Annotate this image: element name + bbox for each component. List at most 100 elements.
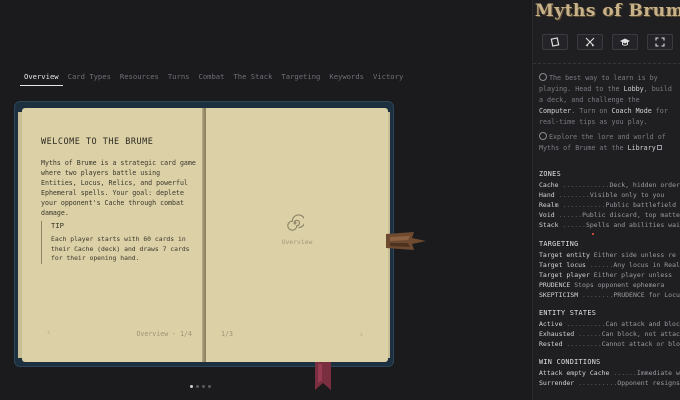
page-dot[interactable]	[196, 385, 199, 388]
tip-title: TIP	[51, 221, 64, 230]
cursor-marker	[592, 233, 594, 235]
fullscreen-button[interactable]	[646, 34, 673, 50]
reference-row: Target entity Either side unless re	[539, 250, 680, 260]
definition: Either side unless re	[589, 251, 676, 259]
tab-turns[interactable]: Turns	[164, 72, 194, 86]
page-title: WELCOME TO THE BRUME	[41, 137, 154, 147]
term: Realm	[539, 201, 559, 209]
card-icon	[550, 37, 559, 47]
definition: Immediate win	[636, 369, 680, 377]
left-page: WELCOME TO THE BRUME Myths of Brume is a…	[22, 108, 204, 362]
leader-dots: ...........	[558, 201, 606, 209]
reference-row: Realm ...........Public battlefield	[539, 200, 680, 210]
tab-victory[interactable]: Victory	[369, 72, 407, 86]
term: Attack empty Cache	[539, 369, 610, 377]
reference-row: Target locus ......Any locus in Realm	[539, 260, 680, 270]
tab-targeting[interactable]: Targeting	[277, 72, 324, 86]
tab-keywords[interactable]: Keywords	[325, 72, 368, 86]
bottom-bookmark-ribbon[interactable]	[313, 362, 333, 390]
library-link[interactable]: Library	[628, 144, 656, 152]
section-title: ZONES	[539, 170, 561, 178]
next-page-button[interactable]: ›	[359, 330, 364, 340]
sidebar-divider	[533, 63, 680, 64]
swirl-icon	[287, 214, 304, 231]
page-body: Myths of Brume is a strategic card game …	[41, 159, 196, 217]
reference-row: Stack ......Spells and abilities waiting	[539, 220, 680, 230]
tab-the-stack[interactable]: The Stack	[229, 72, 276, 86]
swords-icon	[585, 37, 594, 47]
right-page-count: 1/3	[221, 330, 233, 338]
rulebook: WELCOME TO THE BRUME Myths of Brume is a…	[14, 101, 394, 367]
side-bookmark-ribbon[interactable]	[386, 230, 426, 252]
right-page-label: Overview	[281, 238, 313, 246]
definition: PRUDENCE for Locus	[613, 291, 680, 299]
term: Void	[539, 211, 555, 219]
leader-dots: ..........	[562, 320, 606, 328]
leader-dots: ......	[585, 261, 614, 269]
term: Target player	[539, 271, 590, 279]
prev-page-button[interactable]: ‹	[46, 328, 51, 338]
term: Hand	[539, 191, 555, 199]
lobby-link[interactable]: Lobby	[624, 85, 644, 93]
reference-row: Active ..........Can attack and block	[539, 319, 680, 329]
leader-dots: ......	[554, 211, 583, 219]
definition: Either player unless	[589, 271, 673, 279]
term: Active	[539, 320, 563, 328]
sidebar-toolbar	[533, 34, 680, 52]
definition: Cannot attack or block	[601, 340, 680, 348]
page-dot[interactable]	[202, 385, 205, 388]
section-title: WIN CONDITIONS	[539, 358, 601, 366]
tip-body: Each player starts with 60 cards in thei…	[51, 235, 190, 262]
reference-row: Target player Either player unless	[539, 270, 680, 280]
reference-row: PRUDENCE Stops opponent ephemera	[539, 280, 680, 290]
section-title: TARGETING	[539, 240, 579, 248]
page-dot[interactable]	[208, 385, 211, 388]
learn-tip: The best way to learn is by playing. Hea…	[539, 73, 679, 128]
definition: Visible only to you	[589, 191, 665, 199]
battle-button[interactable]	[576, 34, 603, 50]
reference-row: Surrender ..........Opponent resigns	[539, 378, 680, 388]
section-targeting: TARGETING Target entity Either side unles…	[539, 240, 680, 300]
learn-button[interactable]	[611, 34, 638, 50]
leader-dots: .........	[562, 340, 602, 348]
section-title: ENTITY STATES	[539, 309, 597, 317]
reference-row: Hand ........Visible only to you	[539, 190, 680, 200]
cards-button[interactable]	[541, 34, 568, 50]
leader-dots: ......	[558, 221, 586, 229]
fullscreen-icon	[654, 37, 665, 47]
term: PRUDENCE	[539, 281, 571, 289]
coach-mode-link[interactable]: Coach Mode	[611, 107, 651, 115]
definition: Public battlefield	[605, 201, 676, 209]
tab-card-types[interactable]: Card Types	[64, 72, 115, 86]
section-zones: ZONES Cache ............Deck, hidden orde…	[539, 170, 680, 230]
reference-row: Void ......Public discard, top matters	[539, 210, 680, 220]
leader-dots: ............	[558, 181, 610, 189]
leader-dots: ........	[578, 291, 614, 299]
tab-overview[interactable]: Overview	[20, 72, 63, 86]
leader-dots: ......	[574, 330, 602, 338]
reference-row: Exhausted ......Can block, not attack	[539, 329, 680, 339]
right-page: Overview 1/3 ›	[206, 108, 388, 362]
definition: Public discard, top matters	[582, 211, 680, 219]
computer-link[interactable]: Computer	[539, 107, 571, 115]
tab-combat[interactable]: Combat	[195, 72, 229, 86]
page-dots	[190, 385, 211, 388]
sidebar: Myths of Brume The best way to learn is …	[532, 0, 680, 400]
definition: Any locus in Realm	[613, 261, 680, 269]
definition: Spells and abilities waiting	[585, 221, 680, 229]
tab-resources[interactable]: Resources	[116, 72, 163, 86]
graduation-cap-icon	[619, 38, 630, 46]
definition: Can block, not attack	[601, 330, 680, 338]
game-logo: Myths of Brume	[535, 1, 680, 21]
lore-tip: Explore the lore and world of Myths of B…	[539, 132, 679, 154]
reference-row: Cache ............Deck, hidden order	[539, 180, 680, 190]
section-win-conditions: WIN CONDITIONS Attack empty Cache ......I…	[539, 358, 680, 388]
intro-text: . Turn on	[571, 107, 612, 115]
term: Exhausted	[539, 330, 575, 338]
term: Stack	[539, 221, 559, 229]
page-dot[interactable]	[190, 385, 193, 388]
leader-dots: ..........	[574, 379, 618, 387]
external-link-icon	[656, 145, 662, 150]
leader-dots: ......	[609, 369, 637, 377]
globe-icon	[539, 132, 547, 140]
